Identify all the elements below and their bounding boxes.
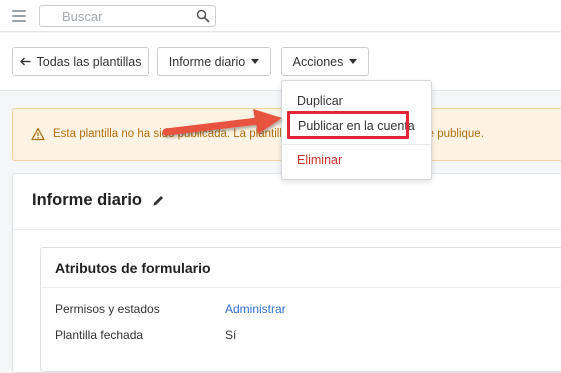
search-input[interactable] <box>62 9 192 24</box>
menu-item-duplicate[interactable]: Duplicar <box>297 94 343 108</box>
caret-down-icon <box>251 59 260 64</box>
highlight-box <box>287 111 409 139</box>
menu-divider <box>282 144 431 145</box>
attribute-label: Plantilla fechada <box>55 328 144 342</box>
annotation-arrow-icon <box>162 109 282 136</box>
attribute-label: Permisos y estados <box>55 302 160 316</box>
menu-item-delete[interactable]: Eliminar <box>297 153 342 167</box>
template-card: Informe diario Atributos de formulario P… <box>12 173 561 373</box>
search-icon[interactable] <box>196 9 210 23</box>
caret-down-icon <box>349 59 358 64</box>
warning-icon <box>31 127 45 141</box>
report-dropdown-button[interactable]: Informe diario <box>157 47 271 76</box>
actions-button-label: Acciones <box>292 54 344 69</box>
divider <box>13 229 561 230</box>
page-title: Informe diario <box>32 191 143 209</box>
hamburger-icon[interactable] <box>12 10 26 22</box>
actions-dropdown-button[interactable]: Acciones <box>281 47 369 76</box>
page-title-row: Informe diario <box>32 191 165 210</box>
top-bar <box>0 0 561 32</box>
report-button-label: Informe diario <box>168 54 246 69</box>
back-button-label: Todas las plantillas <box>36 54 142 69</box>
form-attributes-section: Atributos de formulario Permisos y estad… <box>40 247 561 372</box>
search-box[interactable] <box>39 5 216 27</box>
section-title: Atributos de formulario <box>55 260 211 276</box>
back-to-templates-button[interactable]: Todas las plantillas <box>12 47 149 76</box>
manage-link[interactable]: Administrar <box>225 302 286 316</box>
attribute-value: Sí <box>225 328 237 342</box>
arrow-left-icon <box>19 57 31 66</box>
section-header: Atributos de formulario <box>41 248 561 288</box>
pencil-icon[interactable] <box>152 194 165 207</box>
